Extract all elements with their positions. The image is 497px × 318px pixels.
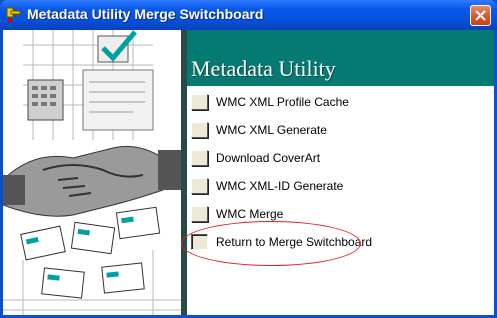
menu-label[interactable]: WMC Merge <box>216 207 283 221</box>
menu-item-xml-id-generate[interactable]: WMC XML-ID Generate <box>187 175 494 197</box>
menu-label[interactable]: WMC XML-ID Generate <box>216 179 343 193</box>
menu-button-download-coverart[interactable] <box>191 150 208 166</box>
menu-item-return-to-merge-switchboard[interactable]: Return to Merge Switchboard <box>187 231 494 253</box>
close-button[interactable] <box>470 5 491 26</box>
menu-button-return-to-merge-switchboard[interactable] <box>191 234 208 250</box>
menu-item-download-coverart[interactable]: Download CoverArt <box>187 147 494 169</box>
close-x-icon <box>475 10 486 21</box>
menu-item-wmc-merge[interactable]: WMC Merge <box>187 203 494 225</box>
form-heading: Metadata Utility <box>191 56 336 81</box>
handshake-illustration <box>3 30 181 315</box>
switchboard-window: Metadata Utility Merge Switchboard Metad… <box>0 0 497 318</box>
key-app-icon[interactable] <box>6 7 22 23</box>
title-bar[interactable]: Metadata Utility Merge Switchboard <box>0 0 497 30</box>
menu-button-xml-generate[interactable] <box>191 122 208 138</box>
menu-label[interactable]: WMC XML Profile Cache <box>216 95 349 109</box>
menu-item-profile-cache[interactable]: WMC XML Profile Cache <box>187 91 494 113</box>
window-title: Metadata Utility Merge Switchboard <box>27 6 264 22</box>
menu-button-xml-id-generate[interactable] <box>191 178 208 194</box>
menu-label[interactable]: Download CoverArt <box>216 151 320 165</box>
form-client-area: Metadata Utility WMC XML Profile Cache W… <box>3 30 494 315</box>
switchboard-menu: WMC XML Profile Cache WMC XML Generate D… <box>187 86 494 315</box>
menu-button-profile-cache[interactable] <box>191 94 208 110</box>
menu-button-wmc-merge[interactable] <box>191 206 208 222</box>
menu-label[interactable]: WMC XML Generate <box>216 123 327 137</box>
menu-item-xml-generate[interactable]: WMC XML Generate <box>187 119 494 141</box>
menu-label[interactable]: Return to Merge Switchboard <box>216 235 372 249</box>
